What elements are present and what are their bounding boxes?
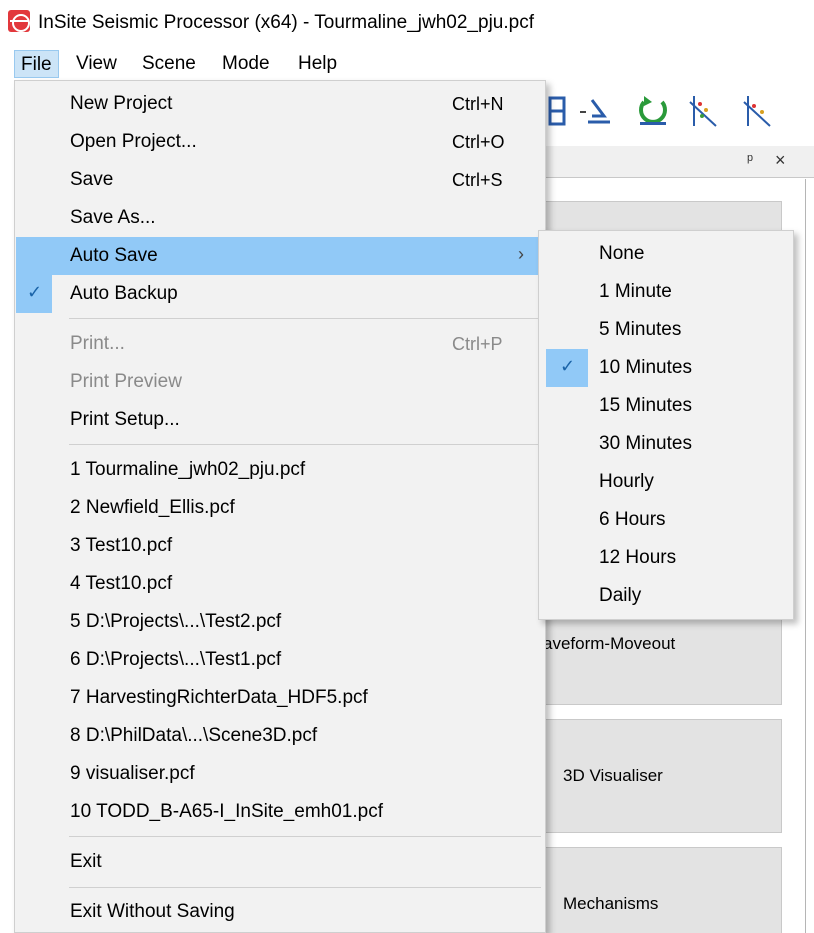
submenu-item-6-hours[interactable]: 6 Hours [540, 501, 792, 539]
checkmark-icon: ✓ [16, 275, 52, 313]
menu-item-label: 8 D:\PhilData\...\Scene3D.pcf [70, 725, 318, 746]
menu-separator [69, 318, 541, 319]
menu-item-recent-file[interactable]: 6 D:\Projects\...\Test1.pcf [16, 641, 544, 679]
menu-separator [69, 887, 541, 888]
submenu-item-label: 6 Hours [599, 509, 666, 530]
menu-item-auto-save[interactable]: Auto Save › [16, 237, 544, 275]
menu-item-print: Print... Ctrl+P [16, 325, 544, 363]
pin-icon[interactable]: ᵖ [747, 152, 753, 170]
menu-item-label: Print Setup... [70, 409, 180, 430]
menu-mode[interactable]: Mode [216, 50, 276, 78]
menu-item-label: Save As... [70, 207, 156, 228]
scatter-plot-3d-icon[interactable] [740, 92, 778, 130]
dropdown-arrow-icon[interactable] [574, 92, 612, 130]
menu-item-label: 4 Test10.pcf [70, 573, 173, 594]
submenu-item-label: 10 Minutes [599, 357, 692, 378]
menu-item-exit-without-saving[interactable]: Exit Without Saving [16, 893, 544, 931]
panel-header: ᵖ × [540, 146, 814, 178]
submenu-item-1-minute[interactable]: 1 Minute [540, 273, 792, 311]
menu-item-shortcut: Ctrl+S [452, 170, 503, 190]
submenu-item-none[interactable]: None [540, 235, 792, 273]
menu-file[interactable]: File [14, 50, 59, 78]
menu-item-label: Exit Without Saving [70, 901, 235, 922]
menu-separator [69, 836, 541, 837]
menu-item-print-setup[interactable]: Print Setup... [16, 401, 544, 439]
menu-item-label: Open Project... [70, 131, 197, 152]
menu-item-label: Exit [70, 851, 102, 872]
menu-item-label: Print... [70, 333, 125, 354]
menu-item-recent-file[interactable]: 1 Tourmaline_jwh02_pju.pcf [16, 451, 544, 489]
menu-item-print-preview: Print Preview [16, 363, 544, 401]
menu-item-label: 1 Tourmaline_jwh02_pju.pcf [70, 459, 306, 480]
menu-item-label: Print Preview [70, 371, 182, 392]
menu-item-new-project[interactable]: New Project Ctrl+N [16, 85, 544, 123]
app-logo-icon [8, 10, 30, 32]
auto-save-submenu: None 1 Minute 5 Minutes ✓ 10 Minutes 15 … [538, 230, 794, 620]
menu-item-label: Save [70, 169, 114, 190]
submenu-item-label: 12 Hours [599, 547, 677, 568]
submenu-item-label: 30 Minutes [599, 433, 692, 454]
chevron-right-icon: › [518, 244, 524, 264]
menu-item-label: 7 HarvestingRichterData_HDF5.pcf [70, 687, 368, 708]
menu-item-auto-backup[interactable]: ✓ Auto Backup [16, 275, 544, 313]
menu-item-label: 3 Test10.pcf [70, 535, 173, 556]
menu-item-recent-file[interactable]: 2 Newfield_Ellis.pcf [16, 489, 544, 527]
submenu-item-label: Daily [599, 585, 642, 606]
scatter-plot-icon[interactable] [686, 92, 724, 130]
menu-help[interactable]: Help [292, 50, 343, 78]
submenu-item-label: 1 Minute [599, 281, 672, 302]
menu-item-recent-file[interactable]: 4 Test10.pcf [16, 565, 544, 603]
window-title: InSite Seismic Processor (x64) - Tourmal… [38, 12, 534, 33]
submenu-item-label: None [599, 243, 645, 264]
refresh-icon[interactable] [634, 92, 672, 130]
menu-item-recent-file[interactable]: 8 D:\PhilData\...\Scene3D.pcf [16, 717, 544, 755]
menu-item-label: 6 D:\Projects\...\Test1.pcf [70, 649, 282, 670]
menu-item-label: Auto Save [70, 245, 158, 266]
tile-label: 3D Visualiser [563, 766, 663, 785]
menu-item-shortcut: Ctrl+N [452, 94, 504, 114]
menu-item-save[interactable]: Save Ctrl+S [16, 161, 544, 199]
menu-item-open-project[interactable]: Open Project... Ctrl+O [16, 123, 544, 161]
submenu-item-5-minutes[interactable]: 5 Minutes [540, 311, 792, 349]
checkmark-icon: ✓ [546, 349, 588, 387]
toolbar [540, 82, 814, 146]
menu-item-recent-file[interactable]: 5 D:\Projects\...\Test2.pcf [16, 603, 544, 641]
menu-item-save-as[interactable]: Save As... [16, 199, 544, 237]
submenu-item-daily[interactable]: Daily [540, 577, 792, 615]
submenu-item-label: 15 Minutes [599, 395, 692, 416]
close-icon[interactable]: × [775, 150, 786, 171]
menu-item-recent-file[interactable]: 3 Test10.pcf [16, 527, 544, 565]
application-window: InSite Seismic Processor (x64) - Tourmal… [0, 0, 814, 933]
menu-view[interactable]: View [70, 50, 123, 78]
menu-item-label: 2 Newfield_Ellis.pcf [70, 497, 235, 518]
submenu-item-label: 5 Minutes [599, 319, 682, 340]
submenu-item-label: Hourly [599, 471, 654, 492]
tile-mechanisms[interactable]: Mechanisms [540, 847, 782, 933]
submenu-item-10-minutes[interactable]: ✓ 10 Minutes [540, 349, 792, 387]
title-bar: InSite Seismic Processor (x64) - Tourmal… [0, 0, 814, 46]
file-menu-dropdown: New Project Ctrl+N Open Project... Ctrl+… [14, 80, 546, 933]
menu-item-recent-file[interactable]: 9 visualiser.pcf [16, 755, 544, 793]
menu-item-label: New Project [70, 93, 173, 114]
tile-label: aveform-Moveout [543, 634, 676, 653]
menu-item-label: 10 TODD_B-A65-I_InSite_emh01.pcf [70, 801, 383, 822]
menu-item-label: Auto Backup [70, 283, 178, 304]
menu-bar: File View Scene Mode Help [0, 46, 814, 80]
tile-label: Mechanisms [563, 894, 659, 913]
submenu-item-hourly[interactable]: Hourly [540, 463, 792, 501]
menu-item-shortcut: Ctrl+O [452, 132, 505, 152]
menu-item-label: 5 D:\Projects\...\Test2.pcf [70, 611, 282, 632]
menu-item-shortcut: Ctrl+P [452, 334, 503, 354]
menu-item-label: 9 visualiser.pcf [70, 763, 195, 784]
menu-item-exit[interactable]: Exit [16, 843, 544, 881]
submenu-item-12-hours[interactable]: 12 Hours [540, 539, 792, 577]
tile-3d-visualiser[interactable]: 3D Visualiser [540, 719, 782, 833]
menu-scene[interactable]: Scene [136, 50, 202, 78]
menu-item-recent-file[interactable]: 7 HarvestingRichterData_HDF5.pcf [16, 679, 544, 717]
submenu-item-30-minutes[interactable]: 30 Minutes [540, 425, 792, 463]
menu-item-recent-file[interactable]: 10 TODD_B-A65-I_InSite_emh01.pcf [16, 793, 544, 831]
submenu-item-15-minutes[interactable]: 15 Minutes [540, 387, 792, 425]
menu-separator [69, 444, 541, 445]
